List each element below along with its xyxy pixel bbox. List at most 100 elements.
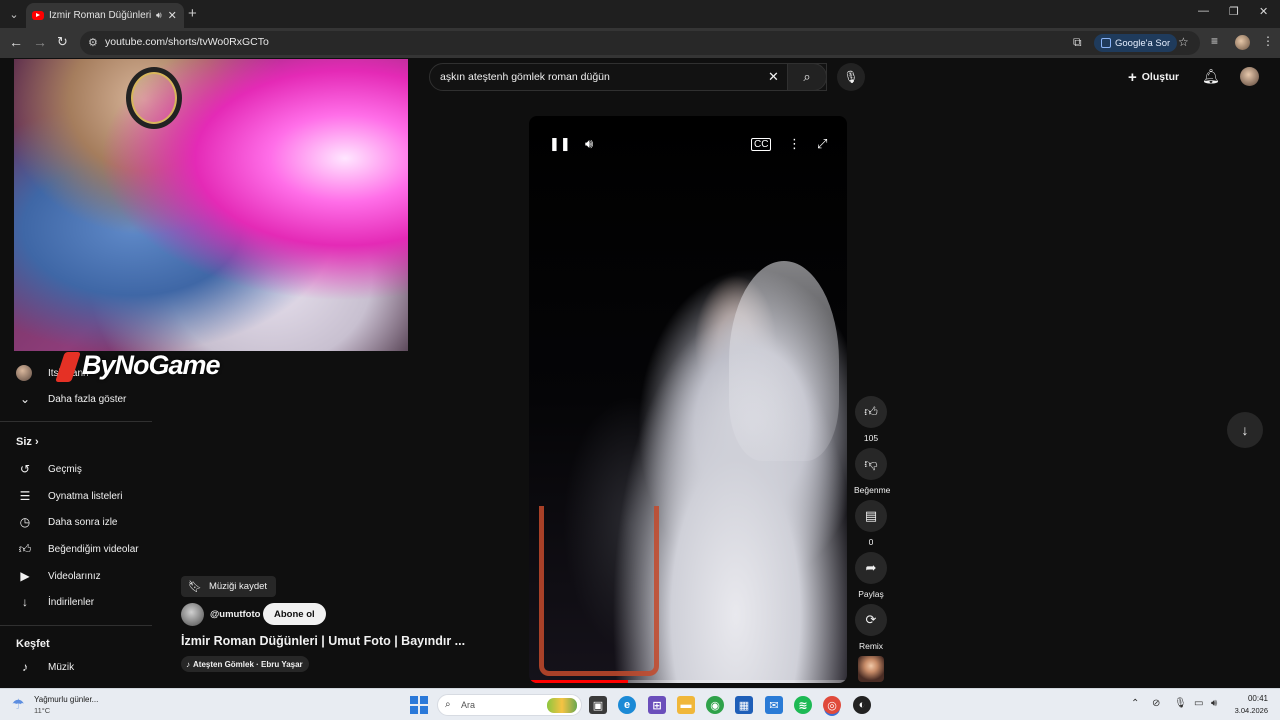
- share-icon: ➦: [865, 560, 877, 575]
- search-query-text[interactable]: aşkın ateştenh gömlek roman düğün: [440, 71, 610, 83]
- windows-start-icon[interactable]: [410, 696, 428, 714]
- sidebar-item-history[interactable]: ↺ Geçmiş: [16, 458, 82, 480]
- share-button[interactable]: ➦: [855, 552, 887, 584]
- video-progress-bar[interactable]: [529, 680, 847, 683]
- network-icon[interactable]: ⊘: [1152, 698, 1160, 709]
- more-options-icon[interactable]: ⋮: [788, 136, 801, 152]
- fullscreen-icon[interactable]: ⤢: [817, 136, 827, 152]
- like-button[interactable]: 👍︎: [855, 396, 887, 428]
- tab-close-icon[interactable]: ✕: [168, 9, 177, 22]
- tab-audio-icon[interactable]: 🔊︎: [156, 10, 162, 21]
- chrome-active-icon[interactable]: ◎: [823, 696, 841, 714]
- sidebar-divider: [0, 625, 152, 626]
- dislike-button[interactable]: 👎︎: [855, 448, 887, 480]
- spotify-icon[interactable]: ≋: [794, 696, 812, 714]
- clock-date[interactable]: 3.04.2026: [1228, 706, 1268, 715]
- site-info-icon[interactable]: ⚙: [88, 36, 98, 49]
- comments-button[interactable]: ▤: [855, 500, 887, 532]
- browser-tab-active[interactable]: İzmir Roman Düğünleri | Um 🔊︎ ✕: [26, 3, 184, 28]
- voice-search-button[interactable]: 🎙︎: [837, 63, 865, 91]
- task-view-icon[interactable]: ▣: [589, 696, 607, 714]
- youtube-favicon-icon: [32, 11, 44, 20]
- bookmark-star-icon[interactable]: ☆: [1178, 35, 1189, 49]
- like-action[interactable]: 👍︎ 105: [854, 396, 888, 443]
- sidebar-item-your-videos[interactable]: ▶ Videolarınız: [16, 565, 100, 587]
- create-label: Oluştur: [1141, 71, 1180, 83]
- browser-profile-avatar[interactable]: [1235, 35, 1250, 50]
- sidebar-item-liked-videos[interactable]: 👍︎ Beğendiğim videolar: [16, 538, 139, 560]
- video-frame-veil: [729, 261, 839, 461]
- thumbs-down-icon: 👎︎: [864, 456, 878, 471]
- sidebar-item-music[interactable]: ♪ Müzik: [16, 656, 74, 678]
- volume-icon[interactable]: 🔊︎: [585, 136, 593, 152]
- tab-search-dropdown-icon[interactable]: ⌄: [4, 4, 24, 24]
- music-icon: ♪: [22, 660, 28, 674]
- sidebar-show-more[interactable]: ⌄ Daha fazla göster: [16, 388, 126, 410]
- your-videos-icon: ▶: [20, 569, 30, 583]
- next-short-button[interactable]: ↓: [1227, 412, 1263, 448]
- address-bar[interactable]: ⚙ youtube.com/shorts/tvWo0RxGCTo ⧉ Googl…: [80, 31, 1200, 55]
- store-icon[interactable]: ▦: [735, 696, 753, 714]
- google-ask-button[interactable]: Google'a Sor: [1094, 34, 1178, 52]
- create-button[interactable]: + Oluştur: [1128, 67, 1179, 87]
- watch-later-icon: ◷: [19, 515, 31, 529]
- teams-icon[interactable]: ⊞: [648, 696, 666, 714]
- cast-screen-icon[interactable]: ⧉: [1073, 35, 1082, 50]
- remix-button[interactable]: ⟳: [855, 604, 887, 636]
- reload-icon[interactable]: ↻: [57, 34, 68, 50]
- speaker-icon[interactable]: 🔊︎: [1211, 698, 1217, 709]
- sidebar-item-watch-later[interactable]: ◷ Daha sonra izle: [16, 511, 118, 533]
- search-icon: ⌕: [445, 699, 451, 710]
- microphone-tray-icon[interactable]: 🎙︎: [1174, 698, 1187, 709]
- pause-icon[interactable]: ❚❚: [549, 136, 571, 152]
- remix-action[interactable]: ⟳ Remix: [854, 604, 888, 651]
- notifications-bell-icon[interactable]: 🔔︎: [1202, 68, 1220, 85]
- channel-avatar[interactable]: [181, 603, 204, 626]
- dislike-action[interactable]: 👎︎ Beğenme: [854, 448, 890, 495]
- window-close-icon[interactable]: ✕: [1259, 5, 1268, 18]
- edge-icon[interactable]: e: [618, 696, 636, 714]
- sidebar-heading-label: Siz: [16, 436, 32, 448]
- song-chip[interactable]: ♪ Ateşten Gömlek · Ebru Yaşar: [181, 656, 309, 672]
- sound-thumbnail[interactable]: [858, 656, 884, 682]
- remix-label: Remix: [858, 641, 884, 651]
- clock-time[interactable]: 00:41: [1234, 694, 1268, 703]
- shorts-video-player[interactable]: ❚❚ 🔊︎ CC ⋮ ⤢: [529, 116, 847, 683]
- captions-icon[interactable]: CC: [751, 138, 772, 151]
- clear-search-icon[interactable]: ✕: [768, 69, 779, 85]
- save-music-button[interactable]: 🔖︎ Müziği kaydet: [181, 576, 277, 597]
- search-button[interactable]: ⌕: [787, 63, 827, 91]
- chrome-icon[interactable]: ◉: [706, 696, 724, 714]
- forward-icon[interactable]: →: [33, 34, 47, 50]
- taskbar-search-box[interactable]: ⌕ Ara: [437, 694, 582, 716]
- streamer-webcam-overlay: [14, 59, 408, 351]
- window-restore-icon[interactable]: ❐: [1229, 5, 1239, 18]
- search-input[interactable]: aşkın ateştenh gömlek roman düğün ✕: [429, 63, 827, 91]
- browser-tab-bar: ⌄ İzmir Roman Düğünleri | Um 🔊︎ ✕ + — ❐ …: [0, 0, 1280, 28]
- media-controls-icon[interactable]: ≡: [1211, 34, 1218, 48]
- back-icon[interactable]: ←: [9, 34, 23, 50]
- github-app-icon[interactable]: ◐: [853, 696, 871, 714]
- comments-action[interactable]: ▤ 0: [854, 500, 888, 547]
- new-tab-icon[interactable]: +: [188, 5, 197, 22]
- sidebar-heading-you[interactable]: Siz ›: [16, 436, 39, 448]
- account-avatar[interactable]: [1240, 67, 1259, 86]
- sidebar-item-playlists[interactable]: ☰ Oynatma listeleri: [16, 485, 123, 507]
- file-explorer-icon[interactable]: ▬: [677, 696, 695, 714]
- display-icon[interactable]: ▭: [1194, 698, 1203, 709]
- rain-weather-icon[interactable]: ☂: [12, 696, 25, 713]
- share-action[interactable]: ➦ Paylaş: [854, 552, 888, 599]
- url-text[interactable]: youtube.com/shorts/tvWo0RxGCTo: [105, 36, 269, 48]
- sidebar-item-downloads[interactable]: ↓ İndirilenler: [16, 591, 94, 613]
- outlook-icon[interactable]: ✉: [765, 696, 783, 714]
- arrow-down-icon: ↓: [1241, 422, 1249, 438]
- browser-menu-icon[interactable]: ⋮: [1262, 34, 1274, 48]
- tray-overflow-icon[interactable]: ⌃: [1131, 698, 1139, 709]
- temperature-text[interactable]: 11°C: [34, 706, 50, 715]
- channel-name[interactable]: @umutfoto: [210, 609, 260, 620]
- window-minimize-icon[interactable]: —: [1198, 5, 1209, 17]
- headset-graphic: [126, 67, 182, 129]
- weather-text[interactable]: Yağmurlu günler...: [34, 695, 98, 704]
- subscribe-button[interactable]: Abone ol: [263, 603, 326, 625]
- short-title[interactable]: İzmir Roman Düğünleri | Umut Foto | Bayı…: [181, 634, 465, 648]
